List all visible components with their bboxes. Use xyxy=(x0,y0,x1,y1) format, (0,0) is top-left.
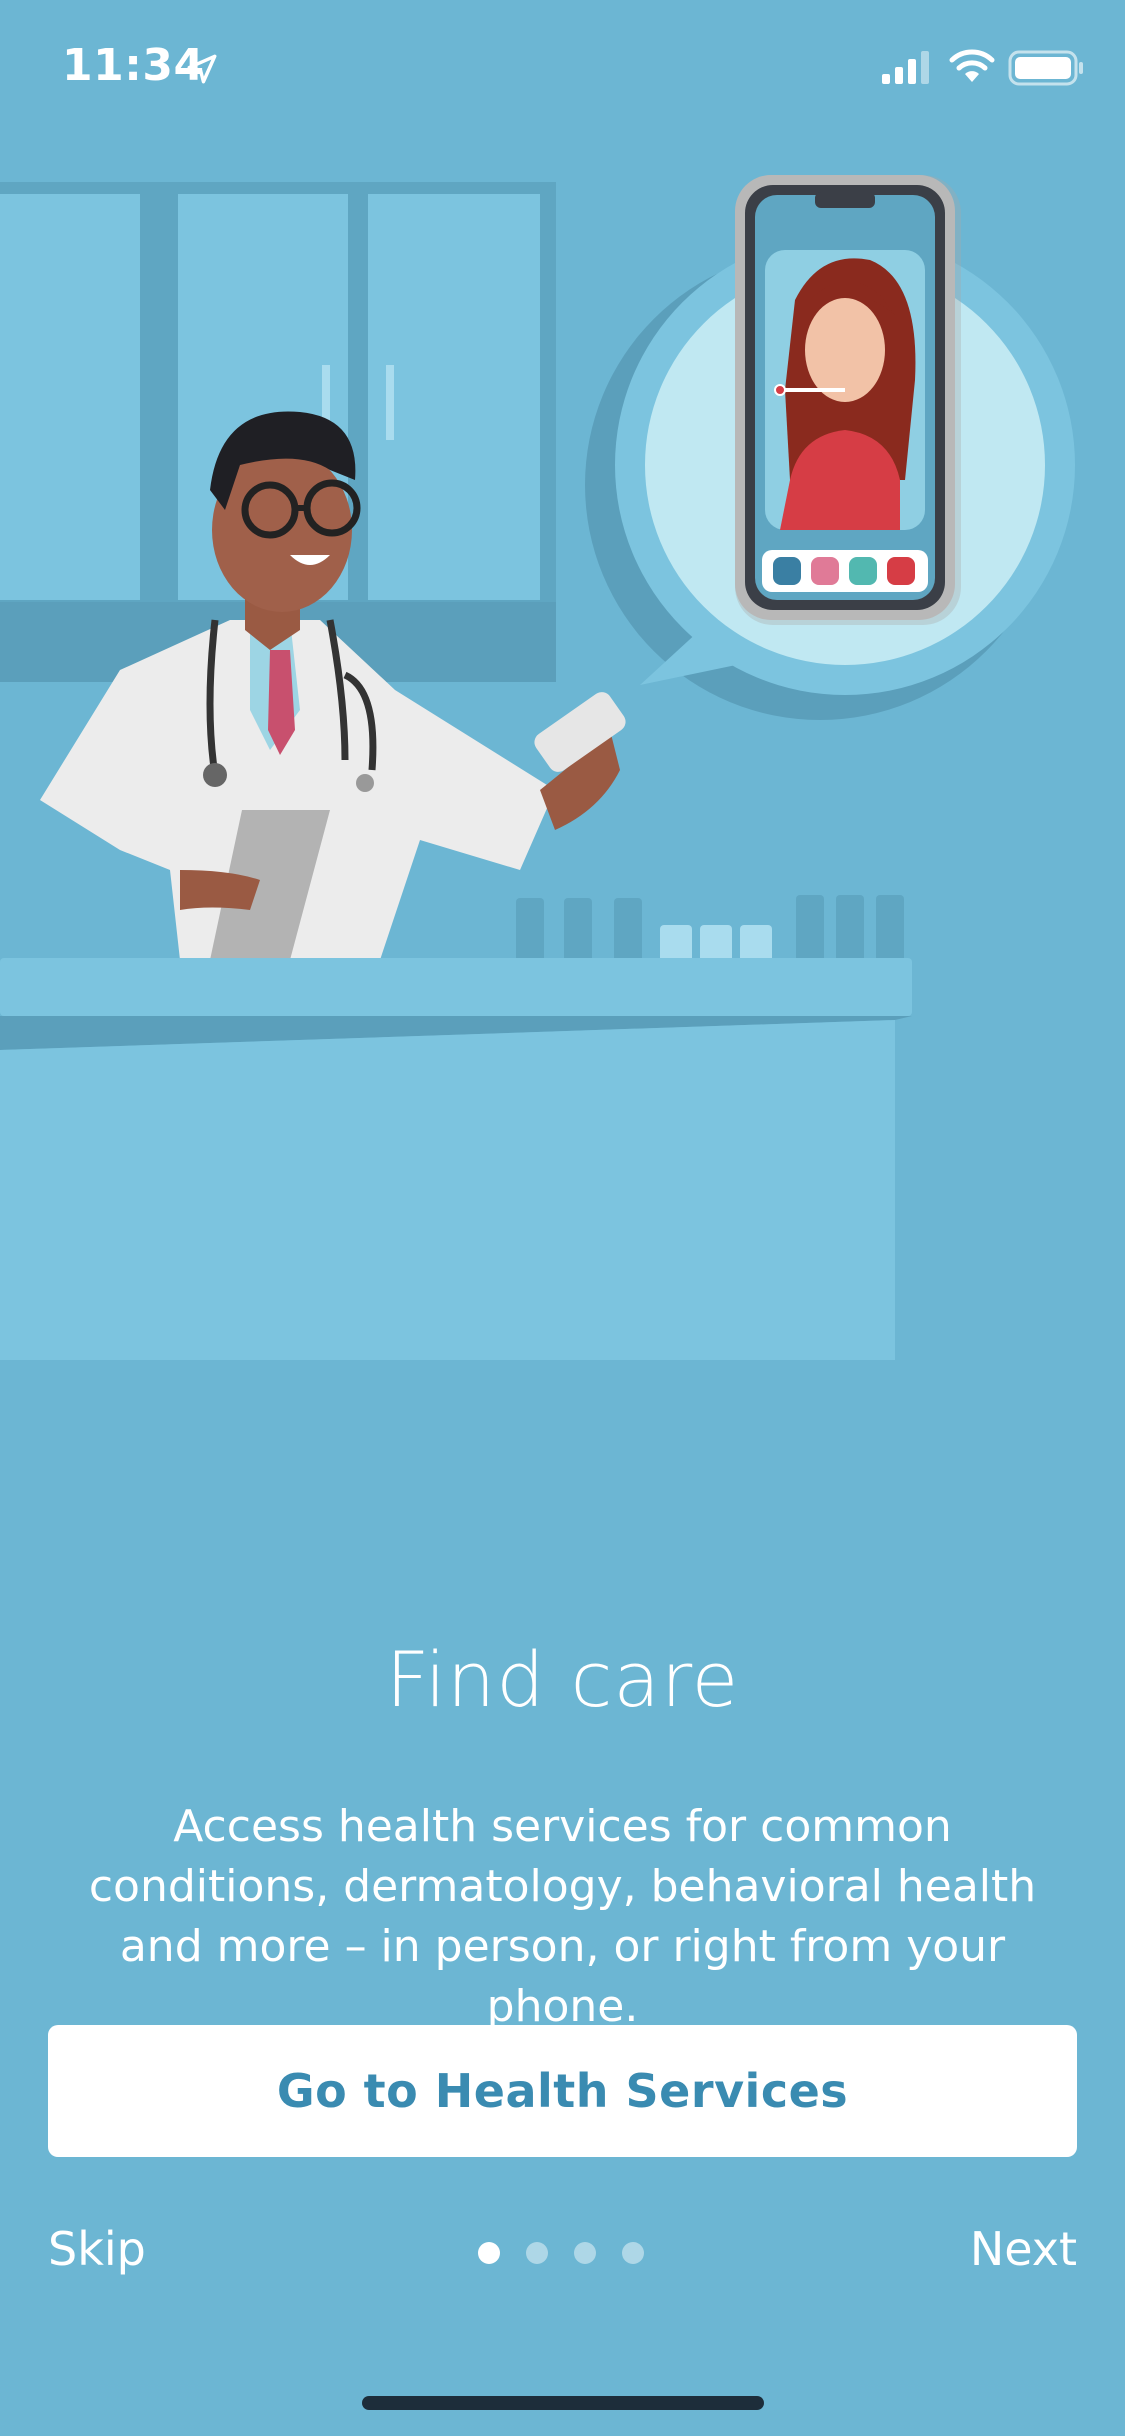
go-to-health-services-button[interactable]: Go to Health Services xyxy=(48,2025,1077,2157)
page-dot-2[interactable] xyxy=(526,2242,548,2264)
battery-icon xyxy=(1008,50,1083,86)
video-call-bubble-illustration xyxy=(585,175,1075,720)
location-arrow-icon xyxy=(187,54,217,84)
skip-button[interactable]: Skip xyxy=(48,2222,146,2276)
page-dot-4[interactable] xyxy=(622,2242,644,2264)
home-indicator[interactable] xyxy=(362,2396,764,2410)
status-time: 11:34 xyxy=(62,40,205,91)
counter-illustration xyxy=(0,958,912,1360)
status-bar: 11:34 xyxy=(0,0,1125,140)
next-button[interactable]: Next xyxy=(970,2222,1077,2276)
page-indicator[interactable] xyxy=(478,2242,658,2268)
page-dot-1[interactable] xyxy=(478,2242,500,2264)
cellular-signal-icon xyxy=(882,51,929,84)
wifi-icon xyxy=(949,49,995,82)
doctor-telehealth-illustration xyxy=(0,175,1075,1360)
page-dot-3[interactable] xyxy=(574,2242,596,2264)
page-title: Find care xyxy=(385,1635,740,1724)
page-description: Access health services for common condit… xyxy=(88,1801,1037,2032)
